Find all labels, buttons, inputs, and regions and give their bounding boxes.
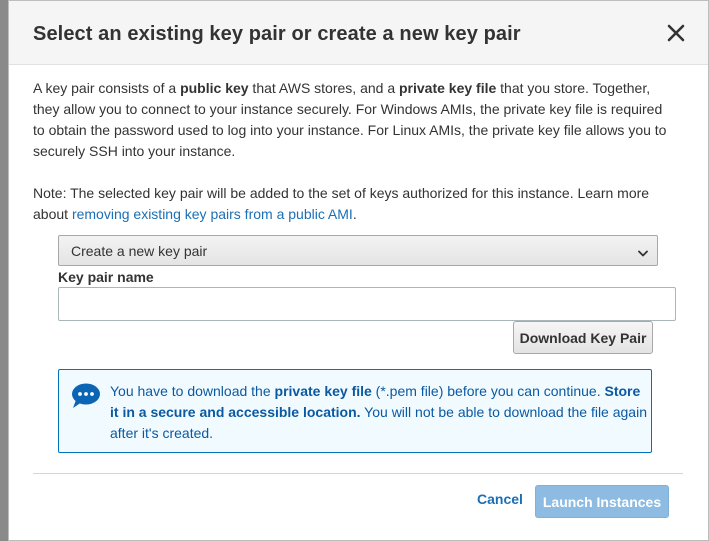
intro-text-1: A key pair consists of a — [33, 80, 181, 96]
key-pair-name-label: Key pair name — [58, 269, 154, 285]
key-pair-modal: Select an existing key pair or create a … — [8, 0, 709, 541]
launch-instances-button[interactable]: Launch Instances — [535, 485, 669, 518]
removing-key-pairs-link[interactable]: removing existing key pairs from a publi… — [72, 206, 353, 222]
intro-private-key-file: private key file — [399, 80, 497, 96]
key-pair-select[interactable]: Create a new key pair — [58, 235, 658, 266]
close-icon[interactable] — [666, 23, 686, 43]
info-text-1: You have to download the — [110, 383, 275, 399]
key-pair-name-input[interactable] — [58, 287, 676, 321]
note-paragraph: Note: The selected key pair will be adde… — [33, 183, 673, 225]
info-private-key-file: private key file — [274, 383, 372, 399]
chevron-down-icon — [637, 246, 649, 257]
cancel-button[interactable]: Cancel — [477, 491, 523, 507]
speech-bubble-icon — [70, 383, 101, 409]
footer-divider — [33, 473, 683, 474]
download-key-pair-button[interactable]: Download Key Pair — [513, 321, 653, 354]
note-end: . — [352, 206, 357, 222]
intro-paragraph: A key pair consists of a public key that… — [33, 78, 673, 162]
intro-text-2: that AWS stores, and a — [248, 80, 399, 96]
modal-title: Select an existing key pair or create a … — [33, 23, 521, 45]
key-pair-select-value: Create a new key pair — [71, 243, 208, 259]
intro-public-key: public key — [180, 80, 249, 96]
info-text-2: (*.pem file) before you can continue. — [371, 383, 605, 399]
info-text: You have to download the private key fil… — [110, 381, 650, 444]
info-alert: You have to download the private key fil… — [58, 369, 652, 453]
modal-header: Select an existing key pair or create a … — [9, 1, 708, 65]
